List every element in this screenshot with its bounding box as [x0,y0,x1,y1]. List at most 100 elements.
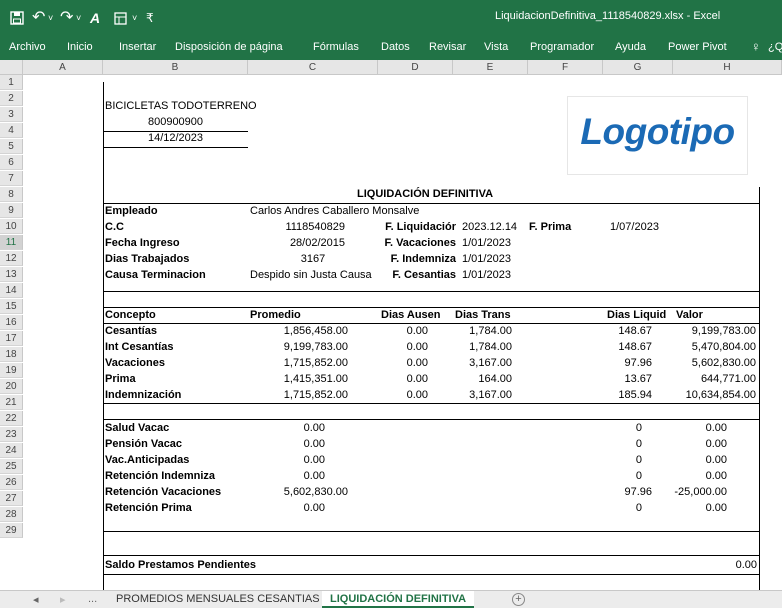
tab-inicio[interactable]: Inicio [67,41,93,53]
deduction-valor: 0.00 [705,454,727,466]
row-header[interactable]: 23 [0,427,23,442]
deduction-label: Retención Prima [105,502,192,514]
row-header[interactable]: 18 [0,347,23,362]
tab-revisar[interactable]: Revisar [429,41,466,53]
causa-value: Despido sin Justa Causa [250,269,372,281]
deduction-promedio: 5,602,830.00 [283,486,348,498]
row-header[interactable]: 25 [0,459,23,474]
deduction-valor: 0.00 [705,502,727,514]
tab-disposicion[interactable]: Disposición de página [175,41,283,53]
title-underline [103,203,760,204]
row-header[interactable]: 3 [0,107,23,122]
cell-concepto: Indemnización [105,389,182,401]
row-header[interactable]: 2 [0,91,23,106]
format-dropdown-icon[interactable]: ˅ [132,6,137,30]
row-header[interactable]: 20 [0,379,23,394]
col-header-f[interactable]: F [528,60,603,75]
prev-sheet-icon[interactable]: ◂ [33,593,39,606]
tab-formulas[interactable]: Fórmulas [313,41,359,53]
row-header[interactable]: 10 [0,219,23,234]
spelling-icon[interactable]: A [90,6,100,30]
col-header-g[interactable]: G [603,60,673,75]
company-date: 14/12/2023 [147,132,204,144]
tab-archivo[interactable]: Archivo [9,41,46,53]
col-header-a[interactable]: A [23,60,103,75]
title-bar: ↶ ˅ ↷ ˅ A ˅ ₹ LiquidacionDefinitiva_1118… [0,0,782,36]
spreadsheet-grid[interactable]: A B C D E F G H 1 2 3 4 5 6 7 8 9 10 11 12 13 14 15 16 1… [0,60,782,590]
row-header[interactable]: 28 [0,507,23,522]
sheet-tab-liquidacion[interactable]: LIQUIDACIÓN DEFINITIVA [322,591,475,608]
tab-insertar[interactable]: Insertar [119,41,156,53]
customize-icon[interactable]: ₹ [146,6,154,30]
cell-ausen: 0.00 [406,389,428,401]
more-sheets-button[interactable]: ... [88,593,97,605]
cell-liquid: 148.67 [618,341,652,353]
tab-vista[interactable]: Vista [484,41,508,53]
row-header[interactable]: 19 [0,363,23,378]
dias-value: 3167 [300,253,326,265]
causa-label: Causa Terminacion [105,269,206,281]
header-dias-ausen: Dias Ausen [381,309,441,321]
col-header-e[interactable]: E [453,60,528,75]
deductions-top-line [103,419,760,420]
table-bottom-line [103,403,760,404]
row-header[interactable]: 14 [0,283,23,298]
col-header-d[interactable]: D [378,60,453,75]
tell-me-input[interactable]: ¿Q [768,41,782,53]
fliq-value: 2023.12.14 [462,221,518,233]
row-header[interactable]: 26 [0,475,23,490]
row-header[interactable]: 8 [0,187,23,202]
row-header[interactable]: 22 [0,411,23,426]
deduction-valor: 0.00 [705,470,727,482]
select-all-corner[interactable] [0,60,23,75]
row-header[interactable]: 5 [0,139,23,154]
sheet-tab-bar: ◂ ▸ ... PROMEDIOS MENSUALES CESANTIAS LI… [0,590,782,608]
redo-dropdown-icon[interactable]: ˅ [76,6,81,30]
col-header-h[interactable]: H [673,60,782,75]
fingreso-value: 28/02/2015 [289,237,345,249]
row-header[interactable]: 4 [0,123,23,138]
row-header[interactable]: 24 [0,443,23,458]
row-header[interactable]: 29 [0,523,23,538]
header-dias-liquid: Dias Liquid [607,309,667,321]
tab-datos[interactable]: Datos [381,41,410,53]
ribbon: Archivo Inicio Insertar Disposición de p… [0,36,782,60]
cell-trans: 1,784.00 [469,325,512,337]
row-header[interactable]: 11 [0,235,23,250]
cell-trans: 3,167.00 [469,357,512,369]
save-icon[interactable] [10,6,24,33]
row-header[interactable]: 17 [0,331,23,346]
fvac-label: F. Vacaciones [384,237,456,249]
next-sheet-icon[interactable]: ▸ [60,593,66,606]
row-header[interactable]: 7 [0,171,23,186]
row-header[interactable]: 1 [0,75,23,90]
fprima-label: F. Prima [529,221,572,233]
tab-power-pivot[interactable]: Power Pivot [668,41,727,53]
company-line-2 [103,147,248,148]
page-title: LIQUIDACIÓN DEFINITIVA [357,188,494,200]
format-icon[interactable] [114,6,128,33]
row-header[interactable]: 27 [0,491,23,506]
undo-icon[interactable]: ↶ [32,6,45,30]
cell-promedio: 1,715,852.00 [283,357,348,369]
undo-dropdown-icon[interactable]: ˅ [48,6,53,30]
redo-icon[interactable]: ↷ [60,6,73,30]
row-header[interactable]: 13 [0,267,23,282]
tab-ayuda[interactable]: Ayuda [615,41,646,53]
sheet-tab-promedios[interactable]: PROMEDIOS MENSUALES CESANTIAS [116,591,320,608]
tab-programador[interactable]: Programador [530,41,594,53]
info-bottom-line [103,291,760,292]
row-header[interactable]: 9 [0,203,23,218]
row-header[interactable]: 12 [0,251,23,266]
deduction-liquid: 97.96 [624,486,652,498]
row-header[interactable]: 6 [0,155,23,170]
col-header-b[interactable]: B [103,60,248,75]
empleado-value: Carlos Andres Caballero Monsalve [250,205,420,217]
row-header[interactable]: 21 [0,395,23,410]
row-header[interactable]: 16 [0,315,23,330]
lightbulb-icon[interactable]: ♀ [751,39,761,54]
fprima-value: 1/07/2023 [610,221,659,233]
add-sheet-button[interactable]: + [512,593,525,606]
col-header-c[interactable]: C [248,60,378,75]
row-header[interactable]: 15 [0,299,23,314]
